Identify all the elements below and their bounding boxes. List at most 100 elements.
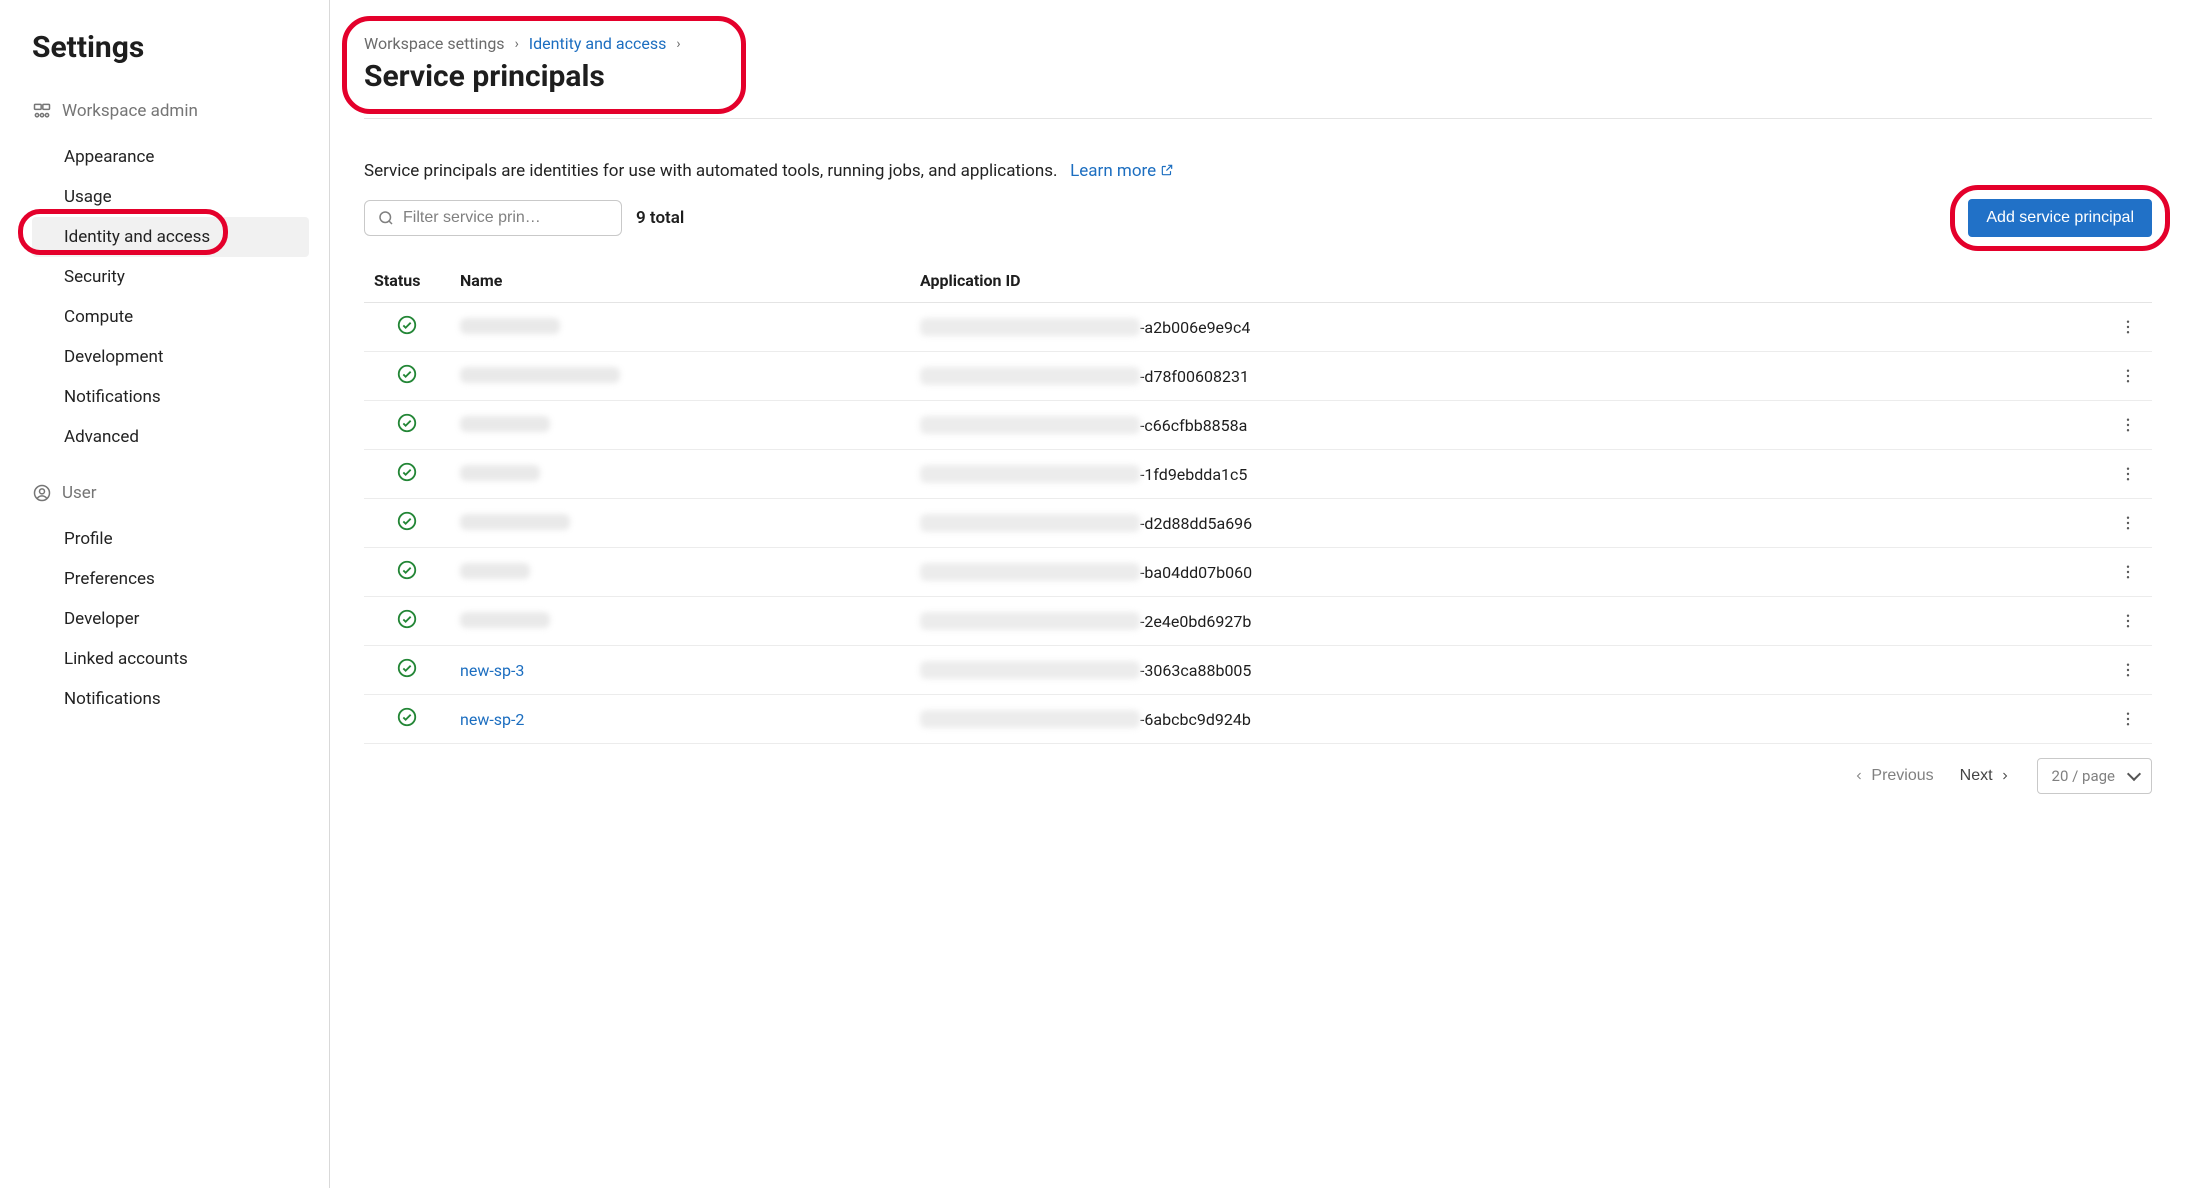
nav-section-label: User xyxy=(62,483,97,503)
status-ok-icon xyxy=(396,559,418,581)
external-link-icon xyxy=(1160,163,1174,177)
row-actions-button[interactable] xyxy=(2114,607,2142,635)
breadcrumb-item[interactable]: Identity and access xyxy=(529,34,667,53)
sidebar-item-linked-accounts[interactable]: Linked accounts xyxy=(32,639,309,679)
table-row: -a2b006e9e9c4 xyxy=(364,303,2152,352)
app-id-cell: -1fd9ebdda1c5 xyxy=(910,450,2104,499)
redacted-text xyxy=(920,661,1140,679)
sidebar-item-advanced[interactable]: Advanced xyxy=(32,417,309,457)
row-menu-cell xyxy=(2104,499,2152,548)
service-principal-link[interactable]: new-sp-3 xyxy=(460,661,524,680)
sidebar-item-identity-and-access[interactable]: Identity and access xyxy=(32,217,309,257)
row-menu-cell xyxy=(2104,548,2152,597)
status-ok-icon xyxy=(396,510,418,532)
name-cell[interactable] xyxy=(450,548,910,597)
name-cell[interactable] xyxy=(450,499,910,548)
nav-section-workspace-admin: Workspace admin xyxy=(32,101,309,121)
page-title: Service principals xyxy=(364,59,681,94)
user-icon xyxy=(32,483,52,503)
pagination: Previous Next 20 / page xyxy=(364,758,2152,794)
app-id-suffix: -1fd9ebdda1c5 xyxy=(1140,465,1247,484)
table-row: -c66cfbb8858a xyxy=(364,401,2152,450)
divider xyxy=(364,118,2152,119)
app-id-cell: -a2b006e9e9c4 xyxy=(910,303,2104,352)
row-actions-button[interactable] xyxy=(2114,656,2142,684)
name-cell[interactable] xyxy=(450,303,910,352)
sidebar-item-preferences[interactable]: Preferences xyxy=(32,559,309,599)
col-header-status[interactable]: Status xyxy=(364,259,450,303)
app-id-suffix: -2e4e0bd6927b xyxy=(1140,612,1251,631)
redacted-text xyxy=(920,612,1140,630)
total-count: 9 total xyxy=(636,208,684,228)
name-cell[interactable]: new-sp-2 xyxy=(450,695,910,744)
sidebar-item-notifications[interactable]: Notifications xyxy=(32,377,309,417)
breadcrumb-item[interactable]: Workspace settings xyxy=(364,34,505,53)
sidebar-item-security[interactable]: Security xyxy=(32,257,309,297)
status-ok-icon xyxy=(396,657,418,679)
redacted-text xyxy=(920,710,1140,728)
redacted-text xyxy=(920,514,1140,532)
app-id-cell: -d2d88dd5a696 xyxy=(910,499,2104,548)
kebab-menu-icon xyxy=(2119,661,2137,679)
row-actions-button[interactable] xyxy=(2114,558,2142,586)
add-service-principal-button[interactable]: Add service principal xyxy=(1968,199,2152,237)
nav-section-label: Workspace admin xyxy=(62,101,198,121)
add-button-wrap: Add service principal xyxy=(1968,199,2152,237)
row-actions-button[interactable] xyxy=(2114,705,2142,733)
sidebar-title: Settings xyxy=(32,30,309,65)
sidebar-item-appearance[interactable]: Appearance xyxy=(32,137,309,177)
toolbar: 9 total Add service principal xyxy=(364,199,2152,237)
chevron-right-icon xyxy=(1999,770,2011,782)
app-id-cell: -2e4e0bd6927b xyxy=(910,597,2104,646)
name-cell[interactable]: new-sp-3 xyxy=(450,646,910,695)
name-cell[interactable] xyxy=(450,597,910,646)
sidebar-item-notifications-user[interactable]: Notifications xyxy=(32,679,309,719)
row-actions-button[interactable] xyxy=(2114,313,2142,341)
col-header-name[interactable]: Name xyxy=(450,259,910,303)
filter-box[interactable] xyxy=(364,200,622,236)
row-menu-cell xyxy=(2104,303,2152,352)
row-actions-button[interactable] xyxy=(2114,411,2142,439)
row-menu-cell xyxy=(2104,352,2152,401)
app-id-suffix: -d2d88dd5a696 xyxy=(1140,514,1252,533)
breadcrumb: Workspace settings › Identity and access… xyxy=(364,34,681,53)
sidebar-item-developer[interactable]: Developer xyxy=(32,599,309,639)
status-cell xyxy=(364,499,450,548)
status-ok-icon xyxy=(396,608,418,630)
sidebar-item-compute[interactable]: Compute xyxy=(32,297,309,337)
status-cell xyxy=(364,450,450,499)
row-menu-cell xyxy=(2104,646,2152,695)
status-ok-icon xyxy=(396,461,418,483)
row-actions-button[interactable] xyxy=(2114,460,2142,488)
kebab-menu-icon xyxy=(2119,612,2137,630)
redacted-text xyxy=(920,563,1140,581)
status-cell xyxy=(364,597,450,646)
status-cell xyxy=(364,352,450,401)
status-cell xyxy=(364,548,450,597)
status-ok-icon xyxy=(396,314,418,336)
sidebar-item-usage[interactable]: Usage xyxy=(32,177,309,217)
row-actions-button[interactable] xyxy=(2114,362,2142,390)
row-menu-cell xyxy=(2104,695,2152,744)
page-size-select[interactable]: 20 / page xyxy=(2037,758,2152,794)
name-cell[interactable] xyxy=(450,352,910,401)
chevron-left-icon xyxy=(1853,770,1865,782)
redacted-text xyxy=(920,416,1140,434)
filter-input[interactable] xyxy=(403,209,609,227)
kebab-menu-icon xyxy=(2119,465,2137,483)
sidebar-item-profile[interactable]: Profile xyxy=(32,519,309,559)
sidebar-item-development[interactable]: Development xyxy=(32,337,309,377)
name-cell[interactable] xyxy=(450,401,910,450)
status-cell xyxy=(364,695,450,744)
name-cell[interactable] xyxy=(450,450,910,499)
next-page-button[interactable]: Next xyxy=(1960,767,2011,785)
service-principal-link[interactable]: new-sp-2 xyxy=(460,710,524,729)
col-header-appid[interactable]: Application ID xyxy=(910,259,2104,303)
learn-more-link[interactable]: Learn more xyxy=(1070,161,1174,181)
table-row: -2e4e0bd6927b xyxy=(364,597,2152,646)
row-actions-button[interactable] xyxy=(2114,509,2142,537)
kebab-menu-icon xyxy=(2119,318,2137,336)
kebab-menu-icon xyxy=(2119,563,2137,581)
status-cell xyxy=(364,401,450,450)
previous-page-button[interactable]: Previous xyxy=(1853,767,1933,785)
